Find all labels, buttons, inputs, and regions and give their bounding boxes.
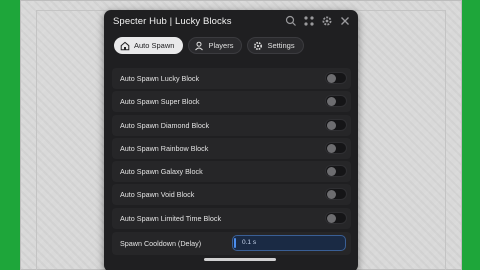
toggle-row-lucky: Auto Spawn Lucky Block xyxy=(112,68,351,89)
cooldown-row: Spawn Cooldown (Delay) 0.1 s xyxy=(112,231,351,255)
toggle-knob xyxy=(327,74,336,83)
toggle-knob xyxy=(327,120,336,130)
hub-window: Specter Hub | Lucky Blocks Auto Spawn Pl… xyxy=(104,10,358,270)
tab-auto-spawn[interactable]: Auto Spawn xyxy=(114,37,184,54)
toggle-row-limited: Auto Spawn Limited Time Block xyxy=(112,207,351,229)
toggle-label: Auto Spawn Rainbow Block xyxy=(120,143,209,153)
cooldown-value: 0.1 s xyxy=(242,239,257,247)
title-icons xyxy=(285,15,351,27)
tab-label: Players xyxy=(208,41,234,50)
toggle-switch[interactable] xyxy=(325,118,347,131)
toggle-row-rainbow: Auto Spawn Rainbow Block xyxy=(112,137,351,159)
toggle-row-diamond: Auto Spawn Diamond Block xyxy=(112,114,351,136)
cooldown-label: Spawn Cooldown (Delay) xyxy=(120,238,202,248)
toggle-knob xyxy=(327,143,336,153)
window-title: Specter Hub | Lucky Blocks xyxy=(113,16,232,27)
user-icon xyxy=(195,41,204,50)
toggle-switch[interactable] xyxy=(325,141,347,154)
home-icon xyxy=(120,41,130,50)
cooldown-input[interactable]: 0.1 s xyxy=(232,234,346,251)
tab-label: Settings xyxy=(267,41,295,50)
move-icon[interactable] xyxy=(303,15,315,27)
toggle-row-super: Auto Spawn Super Block xyxy=(112,91,351,113)
toggle-knob xyxy=(327,97,336,107)
home-indicator xyxy=(204,258,276,261)
toggle-label: Auto Spawn Galaxy Block xyxy=(120,167,203,177)
titlebar[interactable]: Specter Hub | Lucky Blocks xyxy=(104,10,358,34)
close-icon[interactable] xyxy=(339,15,351,27)
gear-icon xyxy=(254,41,263,50)
toggle-knob xyxy=(327,213,336,223)
toggle-label: Auto Spawn Super Block xyxy=(120,97,200,107)
tab-label: Auto Spawn xyxy=(134,41,175,50)
toggle-knob xyxy=(327,190,336,200)
toggle-knob xyxy=(327,167,336,177)
toggle-row-galaxy: Auto Spawn Galaxy Block xyxy=(112,161,351,183)
toggle-label: Auto Spawn Lucky Block xyxy=(120,74,200,83)
cooldown-cursor xyxy=(234,237,236,248)
toggle-label: Auto Spawn Diamond Block xyxy=(120,120,210,130)
tab-bar: Auto Spawn Players Settings xyxy=(114,37,304,54)
options-list: Auto Spawn Lucky Block Auto Spawn Super … xyxy=(112,68,351,257)
settings-icon[interactable] xyxy=(321,15,333,27)
toggle-label: Auto Spawn Limited Time Block xyxy=(120,213,222,223)
toggle-switch[interactable] xyxy=(325,95,347,108)
toggle-label: Auto Spawn Void Block xyxy=(120,190,195,200)
toggle-switch[interactable] xyxy=(325,188,347,201)
toggle-switch[interactable] xyxy=(325,211,347,224)
toggle-row-void: Auto Spawn Void Block xyxy=(112,184,351,206)
search-icon[interactable] xyxy=(285,15,297,27)
toggle-switch[interactable] xyxy=(325,165,347,178)
toggle-switch[interactable] xyxy=(325,72,347,84)
tab-settings[interactable]: Settings xyxy=(247,37,304,54)
tab-players[interactable]: Players xyxy=(188,37,243,54)
